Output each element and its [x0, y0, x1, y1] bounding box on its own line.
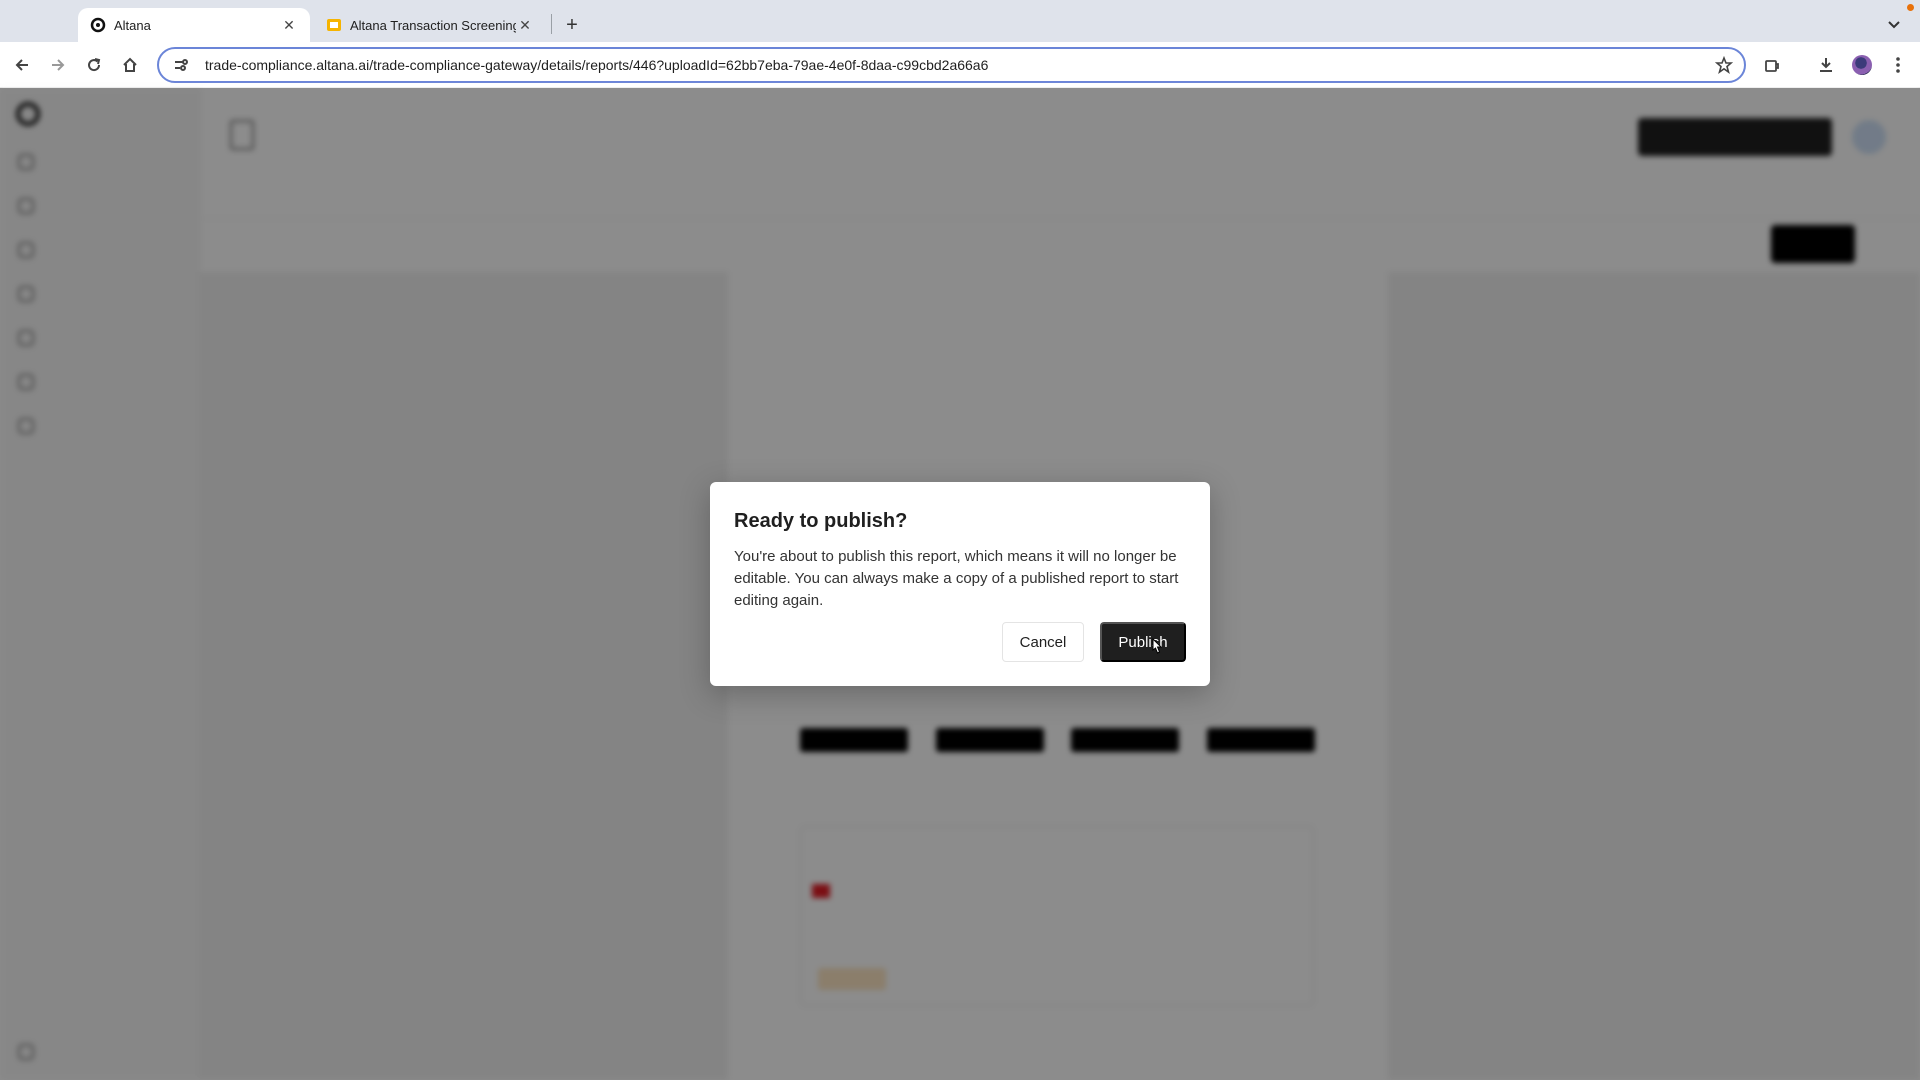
publish-button[interactable]: Publish: [1100, 622, 1186, 662]
publish-confirm-dialog: Ready to publish? You're about to publis…: [710, 482, 1210, 686]
slides-icon: [326, 17, 342, 33]
dialog-title: Ready to publish?: [734, 510, 908, 532]
browser-toolbar: trade-compliance.altana.ai/trade-complia…: [0, 42, 1920, 88]
address-bar[interactable]: trade-compliance.altana.ai/trade-complia…: [157, 47, 1746, 83]
mouse-cursor-icon: [1152, 638, 1163, 654]
browser-tab-strip: Altana ✕ Altana Transaction Screening ✕ …: [0, 0, 1920, 42]
reload-icon[interactable]: [80, 51, 108, 79]
altana-logo-icon: [90, 17, 106, 33]
kebab-menu-icon[interactable]: [1884, 51, 1912, 79]
back-arrow-icon[interactable]: [8, 51, 36, 79]
profile-avatar[interactable]: [1848, 51, 1876, 79]
recording-indicator: [1907, 4, 1914, 11]
close-icon[interactable]: ✕: [280, 16, 298, 34]
address-bar-url[interactable]: trade-compliance.altana.ai/trade-complia…: [205, 57, 988, 73]
tab-divider: [551, 14, 552, 34]
browser-tab-altana[interactable]: Altana ✕: [78, 8, 310, 42]
avatar: [1852, 55, 1872, 75]
browser-tab-transaction-screening[interactable]: Altana Transaction Screening ✕: [314, 8, 546, 42]
extensions-icon[interactable]: [1758, 51, 1786, 79]
forward-arrow-icon[interactable]: [44, 51, 72, 79]
site-info-icon[interactable]: [171, 55, 191, 75]
download-icon[interactable]: [1812, 51, 1840, 79]
cancel-button[interactable]: Cancel: [1002, 622, 1084, 662]
chevron-down-icon[interactable]: [1882, 12, 1906, 36]
new-tab-icon[interactable]: +: [558, 11, 586, 39]
dialog-message: You're about to publish this report, whi…: [734, 548, 1179, 609]
browser-tab-title: Altana Transaction Screening: [350, 17, 516, 33]
bookmark-star-icon[interactable]: [1714, 55, 1734, 75]
close-icon[interactable]: ✕: [516, 16, 534, 34]
home-icon[interactable]: [116, 51, 144, 79]
browser-tab-title: Altana: [114, 17, 151, 33]
